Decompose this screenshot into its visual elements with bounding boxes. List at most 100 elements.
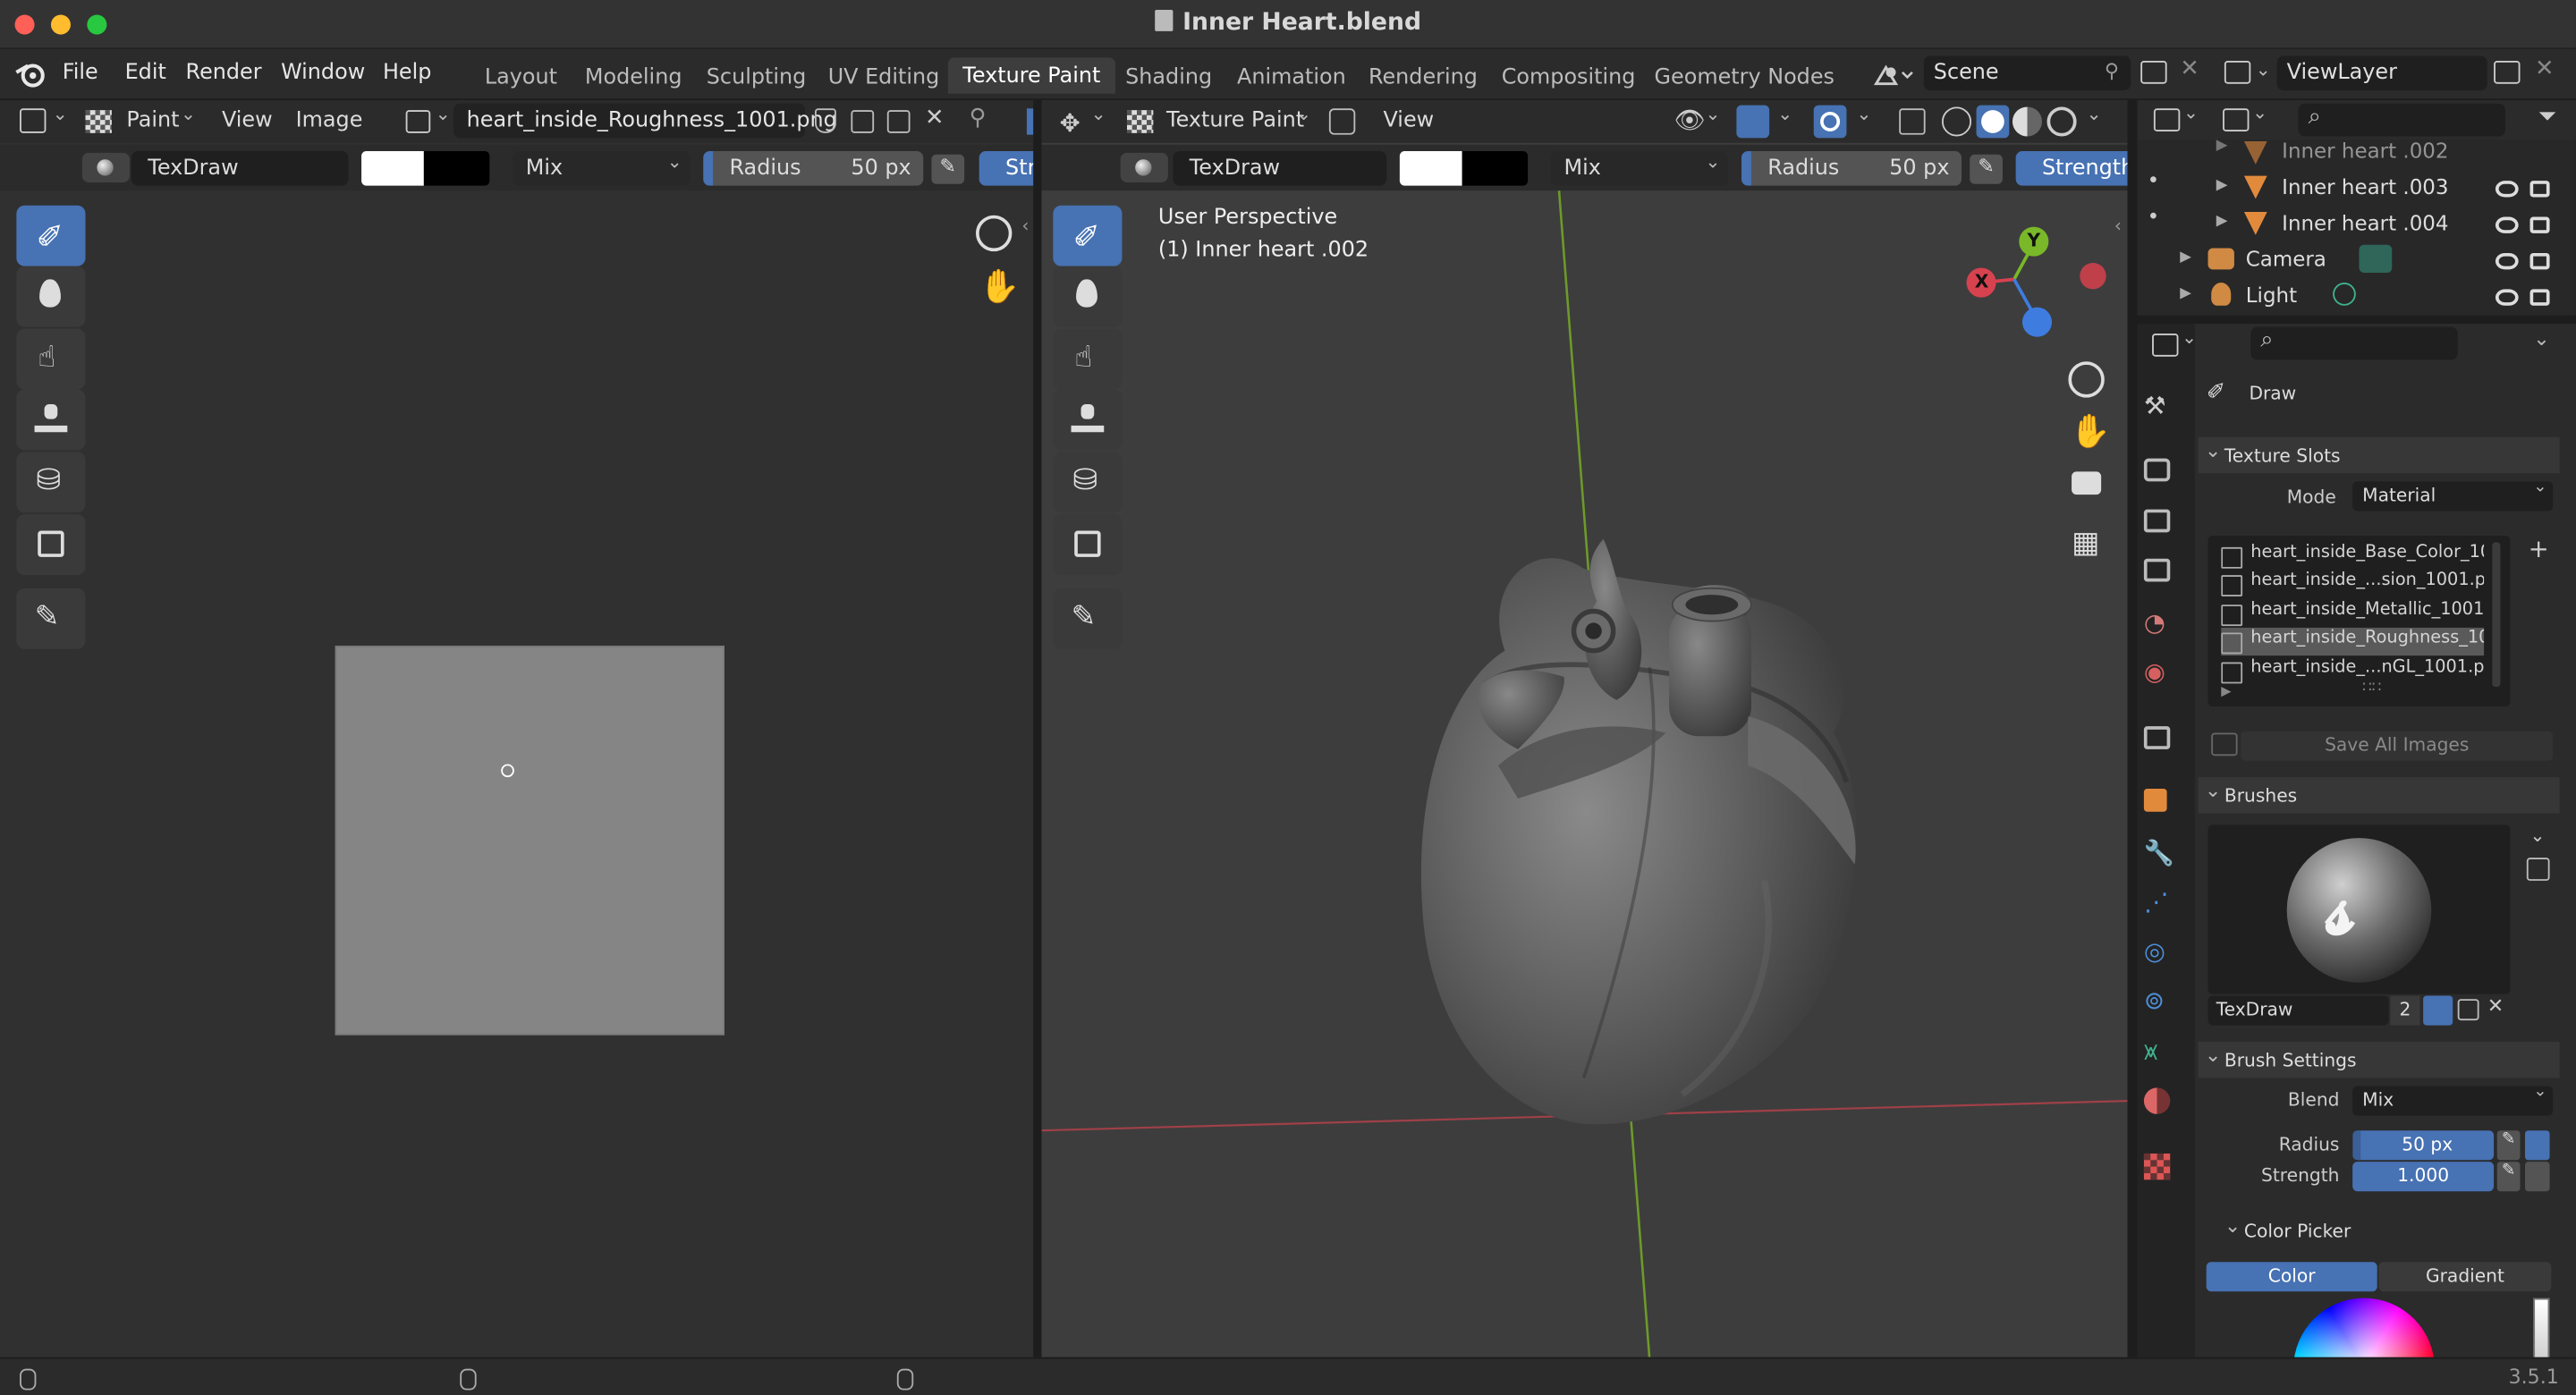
gizmo-toggle-icon[interactable] bbox=[1736, 105, 1770, 139]
gradient-tab[interactable]: Gradient bbox=[2378, 1262, 2552, 1292]
tool-clone[interactable] bbox=[1053, 389, 1123, 451]
pressure-radius-icon[interactable]: ✎ bbox=[2496, 1130, 2521, 1161]
particles-tab-icon[interactable]: ⋰ bbox=[2144, 887, 2177, 920]
delete-view-layer-icon[interactable]: ✕ bbox=[2535, 55, 2555, 81]
menu-file[interactable]: File bbox=[63, 61, 98, 86]
view-layer-field[interactable]: ViewLayer bbox=[2276, 55, 2487, 91]
brush-settings-panel-header[interactable]: Brush Settings bbox=[2198, 1041, 2560, 1078]
rendered-shading-icon[interactable] bbox=[2046, 106, 2077, 137]
camera-data-icon[interactable] bbox=[2359, 244, 2393, 274]
eye-icon[interactable] bbox=[2495, 181, 2519, 198]
tool-mask[interactable] bbox=[16, 514, 86, 576]
scene-field[interactable]: Scene ⚲ bbox=[1923, 55, 2131, 91]
editor-type-icon[interactable] bbox=[2153, 108, 2181, 131]
new-view-layer-icon[interactable] bbox=[2494, 60, 2521, 84]
tab-compositing[interactable]: Compositing bbox=[1502, 66, 1636, 91]
strength-field[interactable]: 1.000 bbox=[2352, 1162, 2495, 1192]
texture-slot-item[interactable]: heart_inside_Base_Color_10... bbox=[2221, 542, 2484, 570]
tool-draw[interactable]: ✐ bbox=[1053, 205, 1123, 266]
render-camera-icon[interactable] bbox=[2529, 216, 2550, 233]
tab-layout[interactable]: Layout bbox=[485, 66, 557, 91]
mode-dropdown[interactable]: Paint bbox=[126, 108, 179, 133]
pressure-radius-icon[interactable]: ✎ bbox=[1970, 154, 2003, 184]
material-tab-icon[interactable] bbox=[2143, 1087, 2171, 1114]
xray-toggle-icon[interactable] bbox=[1899, 108, 1926, 135]
brush-name-field[interactable]: TexDraw bbox=[1173, 151, 1387, 186]
area-splitter[interactable] bbox=[2127, 100, 2138, 1357]
tab-texture-paint[interactable]: Texture Paint bbox=[947, 57, 1115, 94]
brush-icon-button[interactable] bbox=[1120, 152, 1168, 182]
primary-color-swatch[interactable] bbox=[361, 151, 424, 186]
list-scrollbar[interactable] bbox=[2492, 542, 2501, 688]
collapse-arrow-icon[interactable]: ‹ bbox=[1021, 216, 1029, 237]
editor-type-icon[interactable] bbox=[20, 108, 47, 133]
tool-annotate[interactable]: ✎ bbox=[1053, 588, 1123, 649]
menu-view[interactable]: View bbox=[222, 108, 273, 133]
texture-slot-item[interactable]: heart_inside_Metallic_1001.... bbox=[2221, 600, 2484, 628]
list-expand-arrow-icon[interactable]: ▶ bbox=[2221, 683, 2231, 698]
pin-icon[interactable]: ⚲ bbox=[2105, 59, 2119, 82]
blend-dropdown[interactable]: Mix ⌄ bbox=[513, 151, 691, 186]
duplicate-brush-icon[interactable] bbox=[2457, 999, 2479, 1021]
world-tab-icon[interactable]: ◉ bbox=[2144, 657, 2177, 690]
display-mode-icon[interactable] bbox=[2223, 108, 2250, 131]
secondary-color-swatch[interactable] bbox=[423, 151, 490, 186]
visibility-icon[interactable]: 👁 bbox=[1674, 106, 1706, 135]
tool-smear[interactable]: ☝ bbox=[1053, 328, 1123, 390]
eye-icon[interactable] bbox=[2495, 216, 2519, 233]
add-slot-button[interactable]: + bbox=[2529, 534, 2549, 563]
tool-fill[interactable]: ⛁ bbox=[16, 452, 86, 513]
tab-shading[interactable]: Shading bbox=[1125, 66, 1212, 91]
brush-name-field[interactable]: TexDraw bbox=[131, 151, 349, 186]
filter-icon[interactable]: ⏷ bbox=[2538, 104, 2557, 130]
modifier-tab-icon[interactable]: 🔧 bbox=[2144, 838, 2177, 871]
blend-dropdown[interactable]: Mix ⌄ bbox=[1550, 151, 1729, 186]
data-tab-icon[interactable]: ⩙ bbox=[2144, 1036, 2177, 1070]
value-slider[interactable] bbox=[2533, 1298, 2550, 1365]
primary-color-swatch[interactable] bbox=[1399, 151, 1462, 186]
menu-render[interactable]: Render bbox=[186, 61, 262, 86]
brush-image-icon[interactable] bbox=[2526, 858, 2550, 881]
outliner-row[interactable]: • ▶ Inner heart .004 bbox=[2139, 204, 2569, 243]
unlink-brush-icon[interactable]: ✕ bbox=[2487, 994, 2504, 1018]
mode-dropdown[interactable]: Texture Paint bbox=[1166, 108, 1304, 133]
pin-icon[interactable]: ⚲ bbox=[970, 106, 987, 131]
collection-tab-icon[interactable] bbox=[2143, 726, 2171, 749]
strength-unit-icon[interactable] bbox=[2525, 1162, 2550, 1192]
chevron-down-icon[interactable]: ⌄ bbox=[53, 104, 68, 125]
texture-slots-panel-header[interactable]: Texture Slots bbox=[2198, 436, 2560, 474]
camera-view-icon[interactable] bbox=[2072, 471, 2102, 495]
gizmo-neg-x[interactable] bbox=[2080, 263, 2106, 290]
zoom-icon[interactable] bbox=[2068, 361, 2105, 398]
new-scene-icon[interactable] bbox=[2140, 60, 2167, 84]
collapse-arrow-icon[interactable]: ‹ bbox=[2114, 216, 2122, 237]
tab-uv-editing[interactable]: UV Editing bbox=[828, 66, 940, 91]
chevron-down-icon[interactable]: ⌄ bbox=[2530, 824, 2546, 846]
scene-tab-icon[interactable]: ◔ bbox=[2144, 608, 2177, 641]
brush-icon-button[interactable] bbox=[81, 152, 131, 182]
tool-annotate[interactable]: ✎ bbox=[16, 588, 86, 649]
tab-geometry-nodes[interactable]: Geometry Nodes bbox=[1655, 66, 1835, 91]
render-camera-icon[interactable] bbox=[2529, 289, 2550, 306]
outliner-search[interactable]: ⌕ bbox=[2298, 103, 2505, 137]
texture-slot-item[interactable]: heart_inside_...nGL_1001.png bbox=[2221, 657, 2484, 685]
constraints-tab-icon[interactable]: ⊚ bbox=[2144, 986, 2177, 1019]
area-splitter[interactable] bbox=[2137, 315, 2576, 324]
tool-clone[interactable] bbox=[16, 389, 86, 451]
tab-animation[interactable]: Animation bbox=[1237, 66, 1346, 91]
tool-mask[interactable] bbox=[1053, 514, 1123, 576]
outliner-row[interactable]: ▶ Inner heart .002 bbox=[2139, 137, 2569, 173]
radius-slider[interactable]: Radius 50 px bbox=[1741, 151, 1962, 186]
menu-view[interactable]: View bbox=[1384, 108, 1435, 133]
brush-name-field[interactable]: TexDraw bbox=[2207, 995, 2389, 1026]
render-camera-icon[interactable] bbox=[2529, 181, 2550, 198]
render-tab-icon[interactable] bbox=[2143, 458, 2171, 482]
outliner-row[interactable]: ▶ Camera bbox=[2139, 243, 2569, 279]
editor-type-icon[interactable]: ✥ bbox=[1060, 108, 1080, 138]
outliner-row[interactable]: ▶ Light bbox=[2139, 279, 2569, 315]
tool-draw[interactable]: ✐ bbox=[16, 205, 86, 266]
material-shading-icon[interactable] bbox=[2012, 106, 2043, 137]
new-image-icon[interactable] bbox=[851, 110, 875, 133]
radius-slider[interactable]: Radius 50 px bbox=[703, 151, 924, 186]
pan-hand-icon[interactable]: ✋ bbox=[979, 266, 1021, 306]
